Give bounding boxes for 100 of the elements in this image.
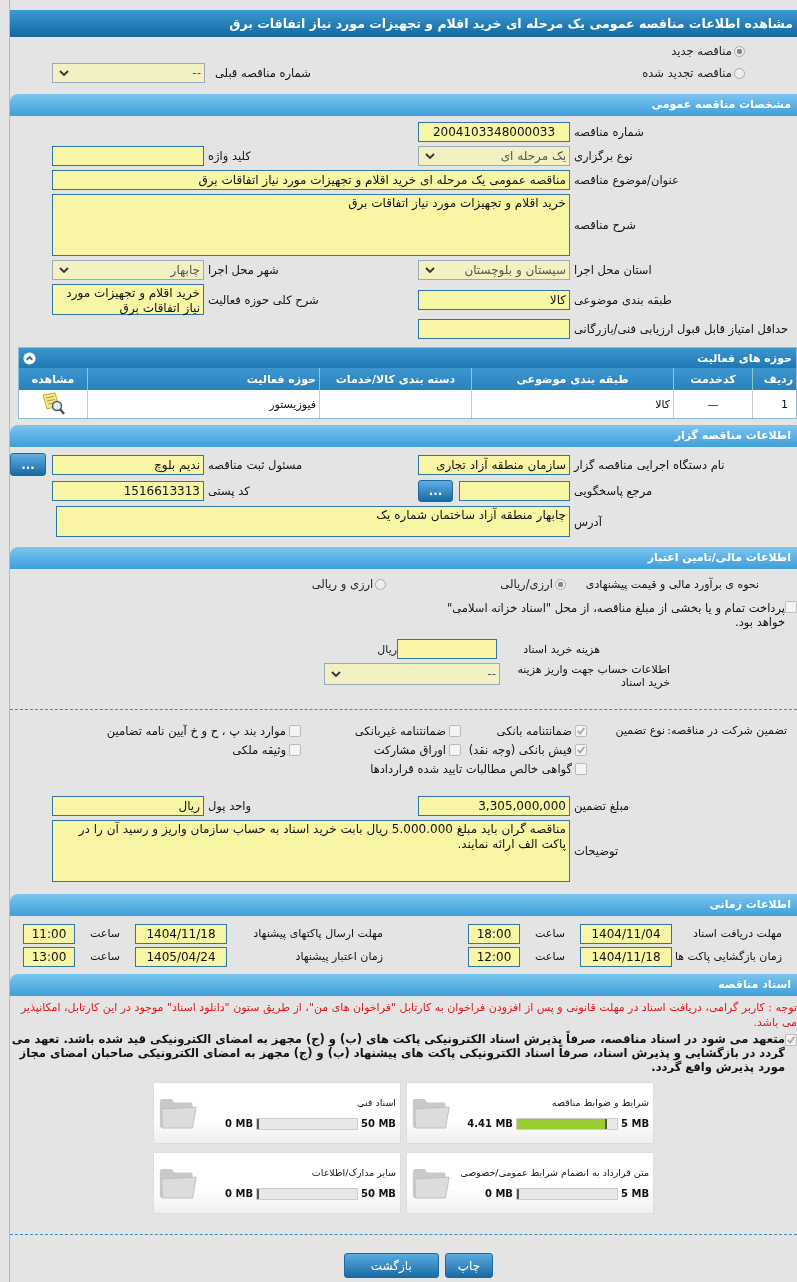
size-limit: 50 MB [361,1188,396,1199]
time-field[interactable]: 11:00 [23,923,75,944]
input-field[interactable] [418,319,570,339]
column-header: کدخدمت [673,368,753,390]
input-field[interactable] [397,639,497,659]
radio-label: مناقصه تجدید شده [642,66,732,80]
column-header: ردیف [752,368,796,390]
select-field[interactable]: -- [324,663,500,685]
date-field[interactable]: 1404/11/04 [580,923,672,944]
field-label: مرجع پاسخگویی [574,484,654,498]
caret-icon [331,671,341,677]
size-used: 0 MB [225,1188,253,1199]
time-field[interactable]: 12:00 [468,946,520,967]
collapse-icon[interactable] [23,351,36,365]
select-field[interactable]: چابهار [52,260,204,280]
time-field[interactable]: 18:00 [468,923,520,944]
page-title: مشاهده اطلاعات مناقصه عمومی یک مرحله ای خرید اقلام و تجهیزات مورد نیاز اتفاقات برق [10,10,797,37]
select-field[interactable]: -- [52,63,205,83]
select-field[interactable]: سیستان و بلوچستان [418,260,570,280]
checkbox-label: اوراق مشارکت [373,743,446,757]
table-cell: کالا [471,390,674,418]
file-title: متن قرارداد به انضمام شرایط عمومی/خصوصی [459,1166,649,1178]
text-area[interactable]: مناقصه گران باید مبلغ 5.000.000 ریال بابت خرید اسناد به حساب سازمان واریز و رسید آن را در پاکت الف ارائه نمایند. [52,820,570,882]
column-header: طبقه بندی موضوعی [471,368,674,390]
field-label: ساعت [89,950,121,963]
checkbox-label: فیش بانکی (وجه نقد) [468,743,572,757]
checkbox[interactable] [289,725,301,737]
checkbox[interactable] [575,744,587,756]
field-label: هزینه خرید اسناد [522,642,600,656]
field-label: نحوه ی برآورد مالی و قیمت پیشنهادی [585,577,759,591]
date-field[interactable]: 1404/11/18 [135,923,227,944]
section-header: اطلاعات مناقصه گزار [10,425,797,447]
field-label: شماره مناقصه [574,125,645,139]
field-label: توضیحات [574,844,620,858]
checkbox[interactable] [785,1034,797,1046]
input-field[interactable]: 3,305,000,000 [418,796,570,816]
input-field[interactable]: مناقصه عمومی یک مرحله ای خرید اقلام و تجهیزات مورد نیاز اتفاقات برق [52,170,570,190]
date-field[interactable]: 1405/04/24 [135,946,227,967]
notice-text: توجه : کاربر گرامی، دریافت اسناد در مهلت قانونی و پس از افزودن فراخوان به کارتابل "فراخوان های من"، از طریق ستون "دانلود اسناد" موجود در این کارتابل، امکانپذیر می باشد. [19,1000,797,1030]
browse-button[interactable]: ... [10,453,46,476]
field-label: شرح مناقصه [574,218,637,232]
checkbox[interactable] [575,763,587,775]
text-area[interactable]: چابهار منطقه آزاد ساختمان شماره یک [56,506,570,537]
field-label: شهر محل اجرا [208,263,280,277]
input-field[interactable]: ریال [52,796,204,816]
field-label: مهلت ارسال پاکتهای پیشنهاد [252,927,383,940]
checkbox[interactable] [449,725,461,737]
file-title: شرایط و ضوابط مناقصه [550,1096,649,1108]
field-label: شماره مناقصه قبلی [215,66,311,80]
input-field[interactable]: کالا [418,289,570,310]
column-header: دسته بندی کالا/خدمات [319,368,472,390]
field-label: استان محل اجرا [574,263,653,277]
section-header: اطلاعات مالی/تامین اعتبار [10,547,797,569]
caret-icon [425,267,435,273]
input-field[interactable]: 1516613313 [52,481,204,501]
action-button[interactable]: بازگشت [343,1253,439,1278]
section-header: حوزه های فعالیت [697,351,792,365]
select-field[interactable]: یک مرحله ای [418,146,570,166]
checkbox[interactable] [785,601,797,613]
field-label: اطلاعات حساب جهت واریز هزینه خرید اسناد [516,663,670,689]
radio-button[interactable] [734,45,745,57]
input-field[interactable]: 2004103348000033 [418,122,570,142]
checkbox[interactable] [289,744,301,756]
text-area[interactable]: خرید اقلام و تجهیزات مورد نیاز اتفاقات برق [52,194,570,256]
field-label: ساعت [89,927,121,940]
field-label: نام دستگاه اجرایی مناقصه گزار [574,457,726,472]
browse-button[interactable]: ... [418,480,453,502]
checkbox[interactable] [575,725,587,737]
field-label: مهلت دریافت اسناد [692,927,782,940]
caret-icon [59,70,69,76]
input-field[interactable]: سازمان منطقه آزاد تجاری [418,454,570,475]
time-field[interactable]: 13:00 [23,946,75,967]
caret-icon [425,153,435,159]
radio-button[interactable] [554,578,566,590]
file-title: اسناد فنی [356,1096,396,1108]
text-area[interactable]: خرید اقلام و تجهیزات مورد نیاز اتفاقات برق [52,284,204,315]
size-used: 0 MB [484,1188,513,1199]
action-button[interactable]: چاپ [444,1253,494,1278]
checkbox-label: گواهی خالص مطالبات تایید شده قراردادها [370,762,572,776]
date-field[interactable]: 1404/11/18 [580,946,672,967]
input-field[interactable] [52,146,204,166]
document-magnifier-icon[interactable] [40,392,66,416]
input-field[interactable] [459,481,570,501]
table-cell: — [673,390,753,418]
field-label: عنوان/موضوع مناقصه [574,173,680,187]
size-limit: 5 MB [621,1188,649,1199]
input-field[interactable]: ندیم بلوچ [52,454,204,475]
field-label: ساعت [534,927,566,940]
field-label: ساعت [534,950,566,963]
field-label: نوع برگزاری [574,149,634,163]
radio-button[interactable] [734,67,745,79]
column-header: حوزه فعالیت [87,368,320,390]
checkbox[interactable] [449,744,461,756]
checkbox-label: وثیقه ملکی [232,743,286,757]
checkbox-label: پرداخت تمام و یا بخشی از مبلغ مناقصه، از محل "اسناد خزانه اسلامی" خواهد بود. [445,601,785,629]
field-label: شرح کلی حوزه فعالیت [208,292,320,307]
radio-button[interactable] [375,578,387,590]
field-label: کلید واژه [208,149,252,163]
radio-label: ارزی/ریالی [500,577,553,591]
table-cell: فیوزیستور [87,390,320,418]
